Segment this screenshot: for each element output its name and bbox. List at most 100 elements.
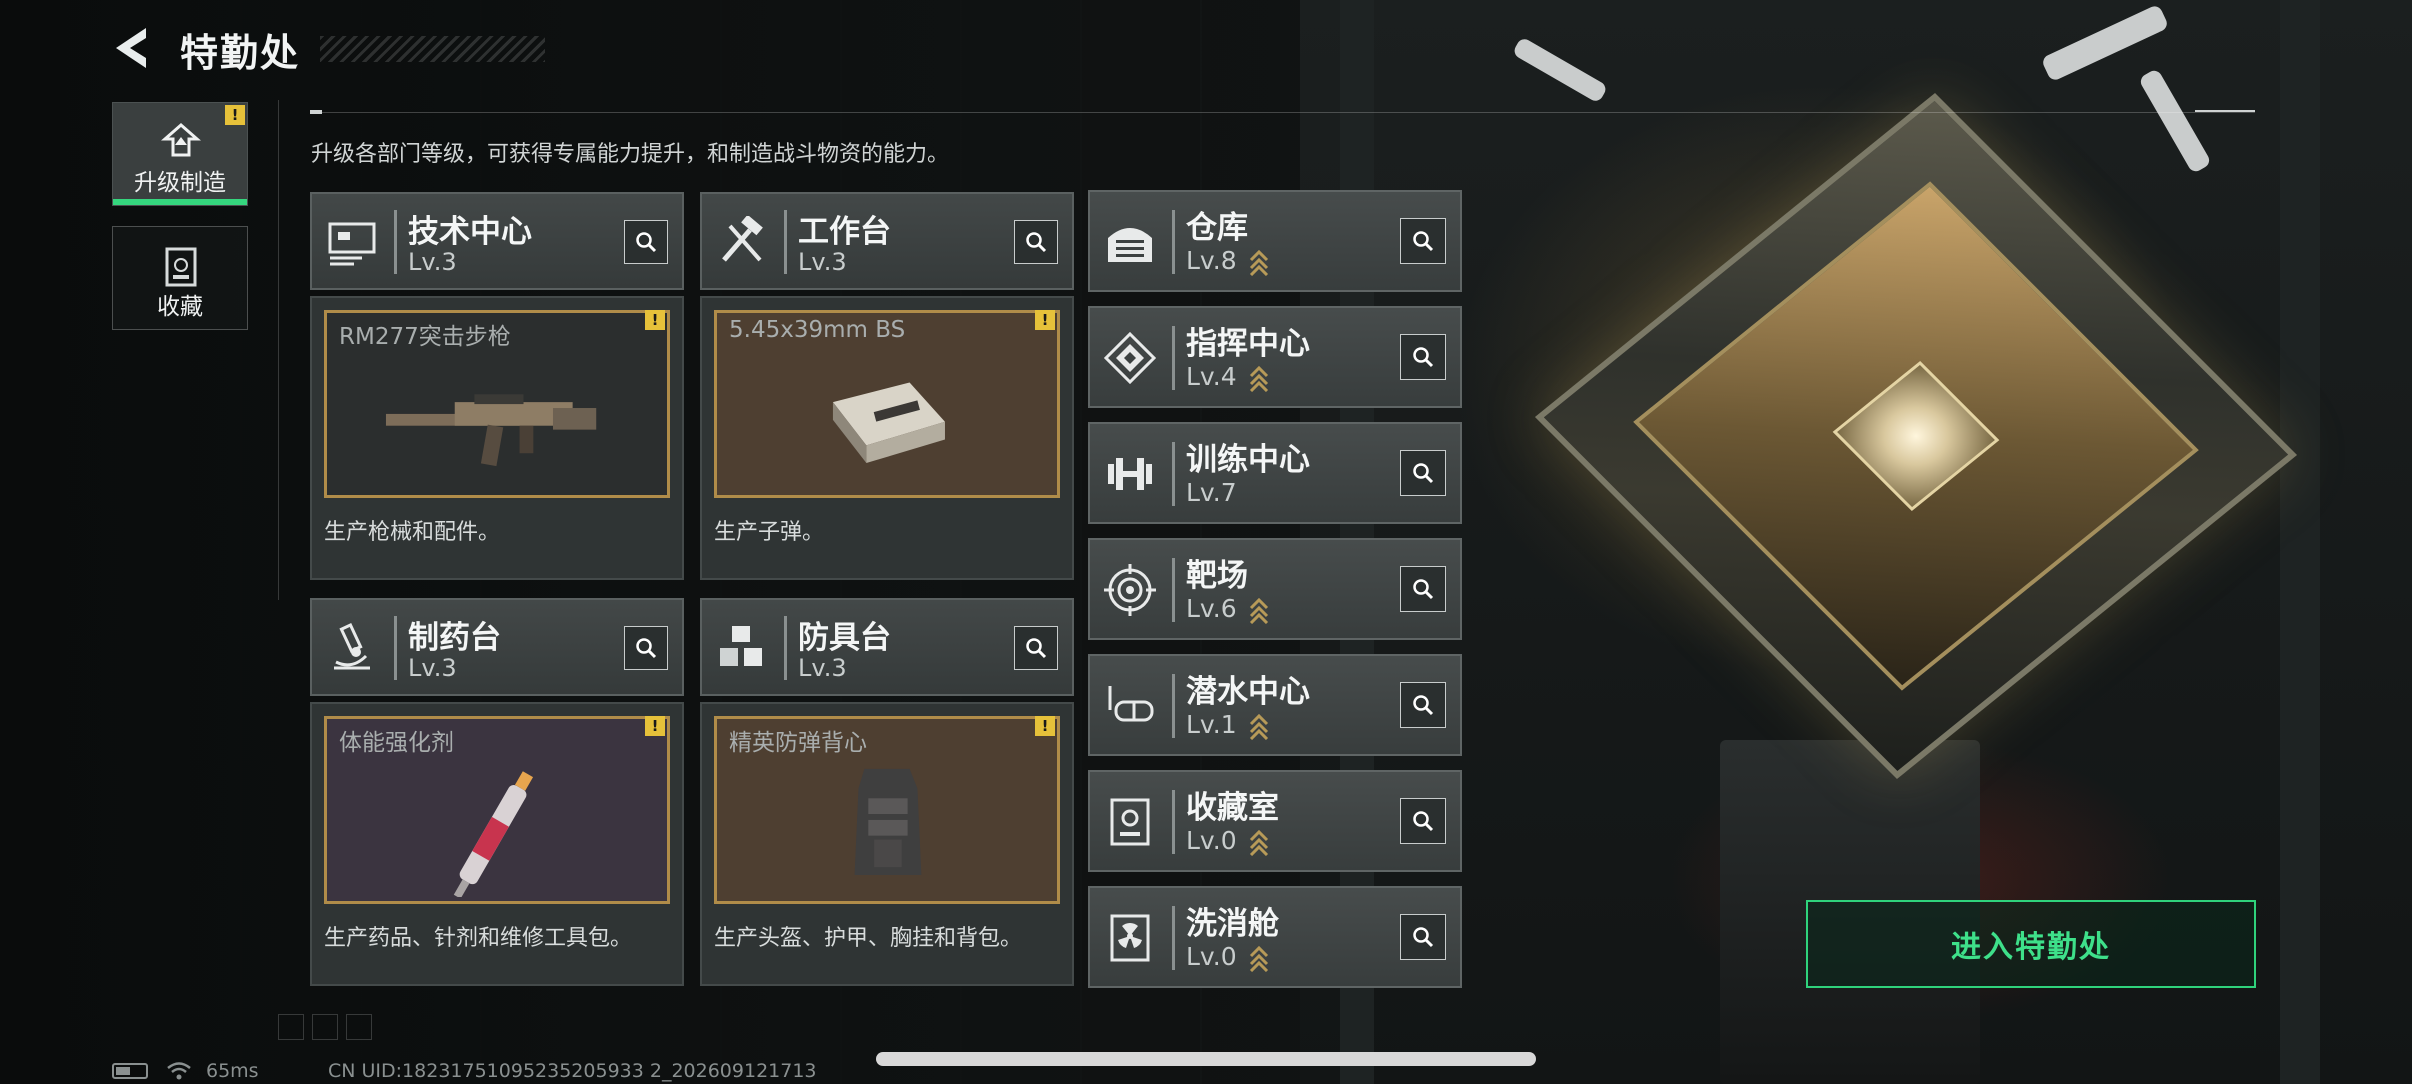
cube-artwork <box>1511 3 2300 820</box>
radiation-icon <box>1110 914 1150 962</box>
ammo-box-icon <box>832 382 945 464</box>
inspect-button[interactable] <box>624 220 668 264</box>
search-icon <box>1413 695 1434 716</box>
dept-description: 生产头盔、护甲、胸挂和背包。 <box>714 926 1023 951</box>
cubes-icon <box>720 626 762 666</box>
dept-level: Lv.3 <box>408 248 457 276</box>
page-title: 特勤处 <box>180 31 301 75</box>
dept-diving-center[interactable]: 潜水中心 Lv.1 <box>1088 654 1462 756</box>
item-slot[interactable]: RM277突击步枪 ! <box>324 310 670 498</box>
search-icon <box>1413 579 1434 600</box>
diving-mask-icon <box>1108 686 1154 722</box>
dept-name: 制药台 <box>408 620 501 656</box>
back-button[interactable] <box>112 26 154 70</box>
dept-tech-center[interactable]: 技术中心 Lv.3 <box>310 192 684 290</box>
enter-special-ops-button[interactable]: 进入特勤处 <box>1806 900 2256 988</box>
item-alert-badge: ! <box>1035 310 1055 330</box>
dept-level: Lv.8 <box>1186 246 1237 275</box>
search-icon <box>1026 638 1047 659</box>
trophy-case-icon <box>1110 798 1150 846</box>
dept-level: Lv.0 <box>1186 826 1237 855</box>
home-indicator[interactable] <box>876 1052 1536 1066</box>
upgrade-arrow-icon <box>1249 945 1269 972</box>
item-name: RM277突击步枪 <box>339 324 511 350</box>
upgrade-arrow-icon <box>1249 713 1269 740</box>
dept-collection-room[interactable]: 收藏室 Lv.0 <box>1088 770 1462 872</box>
upgrade-arrow-icon <box>1249 829 1269 856</box>
inspect-button[interactable] <box>624 626 668 670</box>
inspect-button[interactable] <box>1400 334 1446 380</box>
header-tick-right <box>2195 110 2255 112</box>
dept-description: 生产枪械和配件。 <box>324 520 501 545</box>
dept-command-center[interactable]: 指挥中心 Lv.4 <box>1088 306 1462 408</box>
computer-icon <box>328 222 376 266</box>
syringe-icon <box>453 771 534 897</box>
rifle-icon <box>385 394 597 467</box>
battery-icon <box>112 1063 148 1079</box>
search-icon <box>1413 927 1434 948</box>
dept-warehouse[interactable]: 仓库 Lv.8 <box>1088 190 1462 292</box>
ping-value: 65ms <box>206 1060 259 1082</box>
target-icon <box>1104 564 1156 616</box>
dept-armor-bench[interactable]: 防具台 Lv.3 <box>700 598 1074 696</box>
search-icon <box>636 638 657 659</box>
tab-collection[interactable]: 收藏 <box>112 226 248 330</box>
search-icon <box>636 232 657 253</box>
inspect-button[interactable] <box>1400 914 1446 960</box>
dept-decontamination[interactable]: 洗消舱 Lv.0 <box>1088 886 1462 988</box>
wifi-icon <box>167 1062 191 1080</box>
inspect-button[interactable] <box>1400 450 1446 496</box>
item-alert-badge: ! <box>645 310 665 330</box>
dept-level: Lv.4 <box>1186 362 1237 391</box>
search-icon <box>1413 463 1434 484</box>
dept-training-center[interactable]: 训练中心 Lv.7 <box>1088 422 1462 524</box>
dept-name: 收藏室 <box>1186 790 1279 826</box>
item-name: 体能强化剂 <box>339 730 454 756</box>
dept-name: 仓库 <box>1186 210 1248 246</box>
tab-alert-badge: ! <box>225 105 245 125</box>
dept-workbench[interactable]: 工作台 Lv.3 <box>700 192 1074 290</box>
inspect-button[interactable] <box>1400 218 1446 264</box>
tab-label: 收藏 <box>157 294 203 320</box>
inspect-button[interactable] <box>1400 682 1446 728</box>
inspect-button[interactable] <box>1014 220 1058 264</box>
dept-description: 生产子弹。 <box>714 520 825 545</box>
sidebar-divider <box>278 100 279 600</box>
upgrade-arrow-icon <box>1249 597 1269 624</box>
dept-level: Lv.3 <box>408 654 457 682</box>
tab-label: 升级制造 <box>134 170 226 196</box>
footer-decoration <box>278 1014 372 1040</box>
dept-name: 靶场 <box>1186 558 1248 594</box>
microscope-icon <box>334 623 370 670</box>
upgrade-arrow-icon <box>1249 249 1269 276</box>
title-decoration <box>320 36 545 62</box>
dept-name: 训练中心 <box>1186 442 1310 478</box>
upgrade-arrow-icon <box>1249 365 1269 392</box>
inspect-button[interactable] <box>1014 626 1058 670</box>
dept-pharmacy[interactable]: 制药台 Lv.3 <box>310 598 684 696</box>
dept-level: Lv.1 <box>1186 710 1237 739</box>
uid-text: CN UID:18231751095235205933 2_2026091217… <box>328 1060 817 1082</box>
inspect-button[interactable] <box>1400 566 1446 612</box>
dept-workbench-production[interactable]: 5.45x39mm BS ! 生产子弹。 <box>700 296 1074 580</box>
item-name: 5.45x39mm BS <box>729 317 906 343</box>
dept-level: Lv.3 <box>798 248 847 276</box>
item-alert-badge: ! <box>1035 716 1055 736</box>
item-name: 精英防弹背心 <box>729 730 867 756</box>
dept-tech-center-production[interactable]: RM277突击步枪 ! 生产枪械和配件。 <box>310 296 684 580</box>
item-slot[interactable]: 体能强化剂 ! <box>324 716 670 904</box>
dept-armor-bench-production[interactable]: 精英防弹背心 ! 生产头盔、护甲、胸挂和背包。 <box>700 702 1074 986</box>
dept-name: 防具台 <box>798 620 891 656</box>
dept-name: 洗消舱 <box>1186 906 1279 942</box>
dept-description: 生产药品、针剂和维修工具包。 <box>324 926 633 951</box>
dumbbell-icon <box>1108 458 1152 490</box>
status-bar: 65ms <box>112 1060 259 1082</box>
dept-level: Lv.6 <box>1186 594 1237 623</box>
tab-upgrade-craft[interactable]: ! 升级制造 <box>112 102 248 206</box>
dept-shooting-range[interactable]: 靶场 Lv.6 <box>1088 538 1462 640</box>
inspect-button[interactable] <box>1400 798 1446 844</box>
item-slot[interactable]: 5.45x39mm BS ! <box>714 310 1060 498</box>
dept-name: 潜水中心 <box>1186 674 1310 710</box>
item-slot[interactable]: 精英防弹背心 ! <box>714 716 1060 904</box>
dept-pharmacy-production[interactable]: 体能强化剂 ! 生产药品、针剂和维修工具包。 <box>310 702 684 986</box>
